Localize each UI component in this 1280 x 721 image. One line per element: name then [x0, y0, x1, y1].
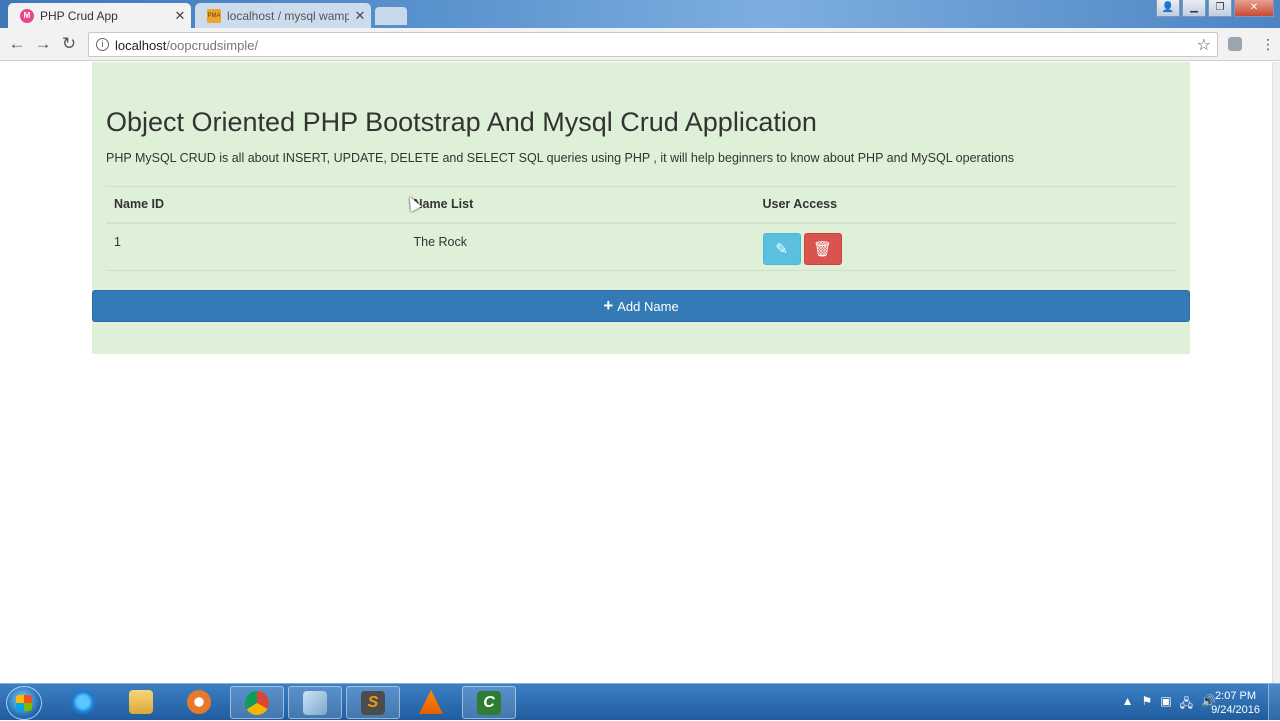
page-viewport: Object Oriented PHP Bootstrap And Mysql … [0, 62, 1272, 683]
browser-toolbar: ← → ↻ i localhost/oopcrudsimple/ ☆ [0, 28, 1280, 61]
tab-php-crud-app[interactable]: M PHP Crud App ✕ [8, 3, 191, 28]
table-row: 1 The Rock ✎ 🗑 [106, 222, 1176, 271]
taskbar-clock[interactable]: 2:07 PM 9/24/2016 [1211, 689, 1260, 717]
vertical-scrollbar[interactable] [1272, 62, 1280, 683]
browser-tabstrip: M PHP Crud App ✕ PMA localhost / mysql w… [0, 0, 1280, 28]
media-player-icon[interactable] [172, 686, 226, 719]
phpmyadmin-favicon-icon: PMA [207, 8, 221, 23]
show-desktop-button[interactable] [1268, 684, 1280, 721]
page-description: PHP MySQL CRUD is all about INSERT, UPDA… [106, 151, 1015, 165]
address-url[interactable]: localhost/oopcrudsimple/ [115, 38, 258, 53]
tray-expand-icon[interactable]: ▲ [1122, 694, 1134, 715]
internet-explorer-icon[interactable] [56, 686, 110, 719]
window-controls: 👤 ▁ ❐ ✕ [1156, 0, 1274, 17]
tab-title: PHP Crud App [40, 8, 118, 23]
tab-title: localhost / mysql wamps [227, 8, 349, 23]
url-path: /oopcrudsimple/ [166, 38, 259, 53]
back-arrow-icon[interactable]: ← [6, 33, 28, 55]
plus-icon: + [603, 296, 614, 315]
site-info-icon[interactable]: i [96, 38, 109, 51]
close-window-icon[interactable]: ✕ [1234, 0, 1274, 17]
clock-time: 2:07 PM [1215, 690, 1257, 702]
camtasia-icon[interactable]: C [462, 686, 516, 719]
minimize-icon[interactable]: ▁ [1182, 0, 1206, 17]
vlc-icon[interactable] [404, 686, 458, 719]
action-center-icon[interactable]: ⚑ [1142, 694, 1153, 715]
tab-phpmyadmin[interactable]: PMA localhost / mysql wamps ✕ [195, 3, 371, 28]
network-icon[interactable]: 🖧 [1180, 694, 1193, 715]
windows-logo-icon [16, 695, 32, 711]
reload-icon[interactable]: ↻ [58, 33, 80, 55]
bookmark-star-icon[interactable]: ☆ [1197, 35, 1211, 55]
cell-name: The Rock [404, 222, 754, 271]
maximize-icon[interactable]: ❐ [1208, 0, 1232, 17]
sublime-text-icon[interactable]: S [346, 686, 400, 719]
column-header: Name ID [106, 186, 405, 224]
close-tab-icon[interactable]: ✕ [349, 8, 371, 24]
cell-user-access: ✎ 🗑 [753, 222, 1176, 271]
chrome-menu-icon[interactable]: ⋮ [1261, 36, 1275, 53]
file-explorer-icon[interactable] [114, 686, 168, 719]
names-table: Name ID Name List User Access 1 The Rock… [106, 186, 1176, 271]
column-header: Name List [404, 186, 754, 224]
app-taskbar-icon[interactable] [288, 686, 342, 719]
new-tab-button[interactable] [375, 7, 407, 25]
windows-taskbar: S C ▲ ⚑ ▣ 🖧 🔊 2:07 PM 9/24/2016 [0, 683, 1280, 721]
forward-arrow-icon[interactable]: → [32, 33, 54, 55]
add-name-label: Add Name [617, 299, 679, 314]
clock-date: 9/24/2016 [1211, 704, 1260, 716]
column-header: User Access [753, 186, 1176, 224]
extension-icon[interactable] [1228, 37, 1242, 51]
table-header-row: Name ID Name List User Access [106, 186, 1176, 224]
edit-button[interactable]: ✎ [762, 232, 801, 265]
close-tab-icon[interactable]: ✕ [169, 8, 191, 24]
tray-app-icon[interactable]: ▣ [1160, 694, 1171, 715]
delete-button[interactable]: 🗑 [803, 232, 842, 265]
trash-icon: 🗑 [812, 240, 833, 258]
cell-name-id: 1 [106, 222, 405, 271]
start-button[interactable] [6, 686, 42, 720]
page-title: Object Oriented PHP Bootstrap And Mysql … [106, 107, 817, 137]
chrome-taskbar-icon[interactable] [230, 686, 284, 719]
url-host: localhost [115, 38, 167, 53]
system-tray: ▲ ⚑ ▣ 🖧 🔊 [1122, 694, 1216, 715]
crud-panel: Object Oriented PHP Bootstrap And Mysql … [92, 62, 1190, 354]
pencil-icon: ✎ [775, 240, 788, 258]
address-bar[interactable]: i localhost/oopcrudsimple/ ☆ [88, 32, 1218, 57]
user-icon[interactable]: 👤 [1156, 0, 1180, 17]
add-name-button[interactable]: + Add Name [92, 290, 1190, 322]
php-crud-favicon-icon: M [20, 8, 34, 23]
